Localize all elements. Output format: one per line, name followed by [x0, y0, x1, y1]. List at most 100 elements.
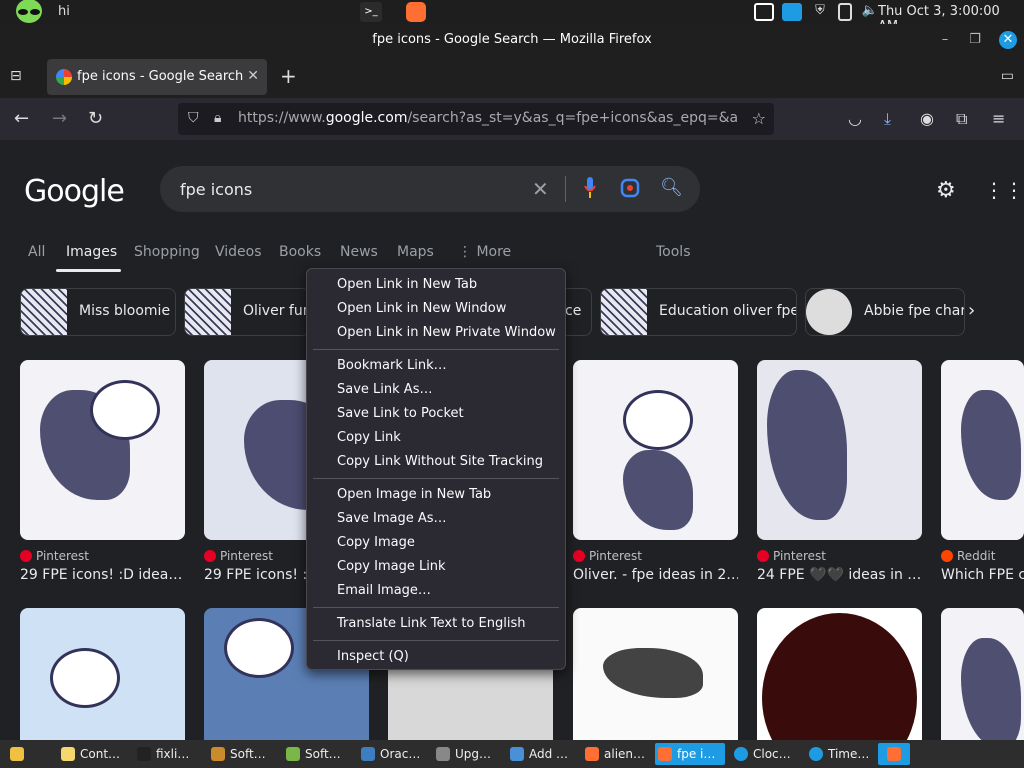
- menu-copy-image-link[interactable]: Copy Image Link: [307, 555, 565, 579]
- menu-save-image-as[interactable]: Save Image As…: [307, 507, 565, 531]
- lock-icon[interactable]: 🔒︎: [214, 110, 221, 126]
- taskbar-item[interactable]: fixli…: [134, 743, 189, 765]
- volume-icon[interactable]: 🔈: [860, 3, 880, 21]
- voice-search-icon[interactable]: [584, 177, 596, 199]
- chip-oliver-func[interactable]: Oliver func: [184, 288, 310, 336]
- menu-open-image-new-tab[interactable]: Open Image in New Tab: [307, 483, 565, 507]
- search-input[interactable]: fpe icons: [180, 180, 252, 199]
- google-apps-icon[interactable]: ⋮⋮⋮: [984, 178, 1024, 202]
- tab-news[interactable]: News: [340, 244, 378, 260]
- taskbar-firefox-launcher[interactable]: [878, 743, 910, 765]
- search-box[interactable]: fpe icons ✕ 🔍︎: [160, 166, 700, 212]
- pinterest-icon: [204, 550, 216, 562]
- menu-inspect[interactable]: Inspect (Q): [307, 645, 565, 669]
- forward-icon[interactable]: →: [52, 108, 67, 129]
- result-thumbnail[interactable]: [757, 360, 922, 540]
- menu-bookmark-link[interactable]: Bookmark Link…: [307, 354, 565, 378]
- list-all-tabs-icon[interactable]: ▭: [1001, 68, 1014, 84]
- result-source: Reddit: [941, 549, 995, 563]
- url-text[interactable]: https://www.google.com/search?as_st=y&as…: [238, 110, 738, 126]
- menu-copy-link[interactable]: Copy Link: [307, 426, 565, 450]
- menu-email-image[interactable]: Email Image…: [307, 579, 565, 603]
- settings-gear-icon[interactable]: ⚙: [936, 178, 956, 203]
- menu-open-link-new-tab[interactable]: Open Link in New Tab: [307, 273, 565, 297]
- file-manager-icon[interactable]: [6, 743, 34, 765]
- menu-copy-link-without-tracking[interactable]: Copy Link Without Site Tracking: [307, 450, 565, 474]
- google-logo[interactable]: Google: [24, 174, 125, 209]
- menu-open-link-private-window[interactable]: Open Link in New Private Window: [307, 321, 565, 345]
- taskbar-item[interactable]: Upg…: [433, 743, 491, 765]
- result-thumbnail[interactable]: [20, 360, 185, 540]
- lock-screen-icon[interactable]: [782, 3, 802, 21]
- chip-abbie-fpe-chara[interactable]: Abbie fpe chara: [805, 288, 965, 336]
- result-title[interactable]: Which FPE c: [941, 567, 1024, 583]
- tab-more[interactable]: ⋮ More: [458, 244, 511, 260]
- alien-logo-icon[interactable]: [14, 0, 44, 24]
- account-icon[interactable]: ◉: [920, 109, 934, 128]
- tab-maps[interactable]: Maps: [397, 244, 434, 260]
- battery-icon[interactable]: [838, 3, 852, 21]
- tab-books[interactable]: Books: [279, 244, 321, 260]
- url-bar[interactable]: ⛉ 🔒︎ https://www.google.com/search?as_st…: [178, 103, 774, 135]
- menu-open-link-new-window[interactable]: Open Link in New Window: [307, 297, 565, 321]
- bookmark-star-icon[interactable]: ☆: [752, 109, 766, 128]
- firefox-icon: [887, 747, 901, 761]
- result-thumbnail[interactable]: [941, 608, 1024, 740]
- menu-icon[interactable]: ≡: [992, 109, 1005, 128]
- new-tab-icon[interactable]: +: [280, 64, 297, 88]
- chip-thumbnail: [185, 289, 231, 335]
- menu-save-link-to-pocket[interactable]: Save Link to Pocket: [307, 402, 565, 426]
- close-tab-icon[interactable]: ✕: [247, 68, 259, 84]
- search-icon[interactable]: 🔍︎: [660, 177, 683, 198]
- tab-images[interactable]: Images: [66, 244, 117, 260]
- reload-icon[interactable]: ↻: [88, 108, 103, 129]
- taskbar-item[interactable]: Soft…: [208, 743, 266, 765]
- chip-thumbnail: [601, 289, 647, 335]
- system-top-bar: hi >_ ⛨ 🔈 Thu Oct 3, 3:00:00 AM: [0, 0, 1024, 34]
- result-thumbnail[interactable]: [573, 360, 738, 540]
- taskbar-item[interactable]: Soft…: [283, 743, 341, 765]
- menu-separator: [313, 640, 559, 641]
- chip-miss-bloomie[interactable]: Miss bloomie: [20, 288, 176, 336]
- tracking-shield-icon[interactable]: ⛉: [188, 110, 199, 126]
- tools-button[interactable]: Tools: [656, 244, 691, 260]
- tab-videos[interactable]: Videos: [215, 244, 262, 260]
- terminal-icon[interactable]: >_: [360, 2, 382, 22]
- result-thumbnail[interactable]: [941, 360, 1024, 540]
- tab-all[interactable]: All: [28, 244, 45, 260]
- chip-education-oliver-fpe[interactable]: Education oliver fpe: [600, 288, 797, 336]
- package-icon: [211, 747, 225, 761]
- downloads-icon[interactable]: ⤓: [884, 109, 891, 129]
- taskbar-item[interactable]: Cloc…: [731, 743, 791, 765]
- chevron-right-icon[interactable]: ›: [968, 300, 975, 321]
- taskbar-item[interactable]: alien…: [582, 743, 645, 765]
- result-thumbnail[interactable]: [573, 608, 738, 740]
- clear-search-icon[interactable]: ✕: [532, 177, 549, 201]
- firefox-launcher-icon[interactable]: [406, 2, 426, 22]
- result-title[interactable]: Oliver. - fpe ideas in 2…: [573, 567, 738, 583]
- tab-shopping[interactable]: Shopping: [134, 244, 200, 260]
- taskbar-item-active[interactable]: fpe i…: [655, 743, 725, 765]
- taskbar-item[interactable]: Add …: [507, 743, 568, 765]
- taskbar-item[interactable]: Orac…: [358, 743, 420, 765]
- result-title[interactable]: 24 FPE 🖤🖤 ideas in …: [757, 567, 922, 583]
- firefox-view-icon[interactable]: ⊟: [10, 68, 22, 84]
- close-window-icon[interactable]: ✕: [999, 31, 1017, 49]
- extensions-icon[interactable]: ⧉: [956, 109, 967, 129]
- minimize-icon[interactable]: –: [936, 31, 954, 49]
- result-thumbnail[interactable]: [20, 608, 185, 740]
- maximize-icon[interactable]: ❐: [966, 31, 984, 49]
- screen-share-icon[interactable]: [754, 3, 774, 21]
- taskbar-item[interactable]: Time…: [806, 743, 869, 765]
- tab-google-search[interactable]: fpe icons - Google Search ✕: [47, 59, 267, 95]
- back-icon[interactable]: ←: [14, 108, 29, 129]
- result-thumbnail[interactable]: [757, 608, 922, 740]
- pocket-icon[interactable]: ◡: [848, 109, 862, 128]
- menu-save-link-as[interactable]: Save Link As…: [307, 378, 565, 402]
- taskbar-item[interactable]: Cont…: [58, 743, 120, 765]
- result-title[interactable]: 29 FPE icons! :D idea…: [20, 567, 185, 583]
- lens-search-icon[interactable]: [620, 178, 640, 198]
- menu-translate-link-text[interactable]: Translate Link Text to English: [307, 612, 565, 636]
- shield-icon[interactable]: ⛨: [810, 3, 830, 21]
- menu-copy-image[interactable]: Copy Image: [307, 531, 565, 555]
